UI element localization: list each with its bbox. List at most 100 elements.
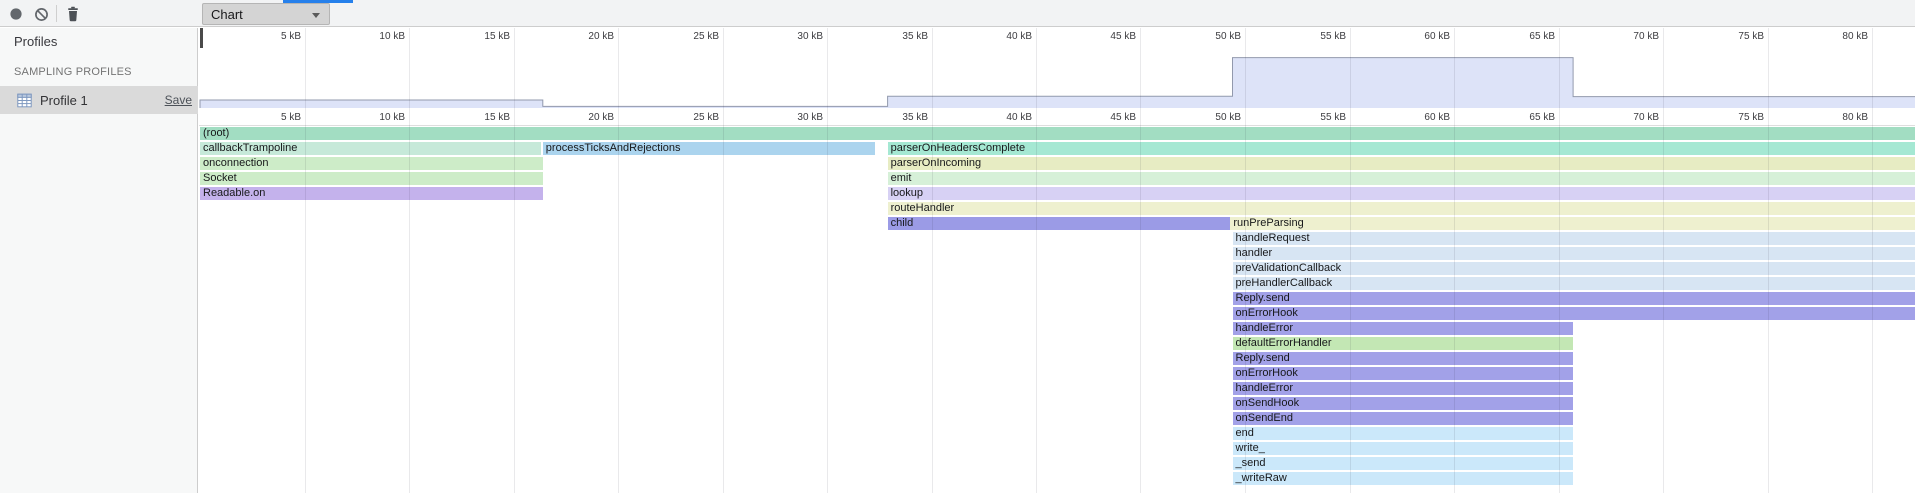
flame-ruler-tick-75kb: 75 kB [1738, 112, 1764, 123]
flame-ruler-tick-35kb: 35 kB [902, 112, 928, 123]
toolbar: Chart [0, 0, 1915, 27]
gridline-70kb [1663, 28, 1664, 493]
gridline-20kb [618, 28, 619, 493]
gridline-50kb [1245, 28, 1246, 493]
flame-ruler-tick-55kb: 55 kB [1320, 112, 1346, 123]
chevron-down-icon [312, 13, 320, 18]
flame-bar-emit[interactable]: emit [888, 172, 1915, 185]
overview-ruler-tick-20kb: 20 kB [588, 31, 614, 42]
flame-bar-onSendHook[interactable]: onSendHook [1233, 397, 1574, 410]
flame-ruler-tick-60kb: 60 kB [1424, 112, 1450, 123]
flame-bar-write_[interactable]: write_ [1233, 442, 1574, 455]
overview-ruler-tick-30kb: 30 kB [797, 31, 823, 42]
overview-ruler-tick-65kb: 65 kB [1529, 31, 1555, 42]
flame-chart-stage: 5 kB5 kB10 kB10 kB15 kB15 kB20 kB20 kB25… [199, 28, 1915, 493]
flame-bar-handleRequest[interactable]: handleRequest [1233, 232, 1915, 245]
overview-ruler-tick-50kb: 50 kB [1215, 31, 1241, 42]
flame-bar-lookup[interactable]: lookup [888, 187, 1915, 200]
overview-ruler-tick-10kb: 10 kB [379, 31, 405, 42]
flame-bar-onErrorHook[interactable]: onErrorHook [1233, 307, 1915, 320]
gridline-80kb [1872, 28, 1873, 493]
overview-ruler-tick-25kb: 25 kB [693, 31, 719, 42]
flame-bar-_send[interactable]: _send [1233, 457, 1574, 470]
ruler-divider [199, 125, 1915, 126]
flame-bar-root[interactable]: (root) [200, 127, 1915, 140]
gridline-15kb [514, 28, 515, 493]
sampling-profiles-section-label: SAMPLING PROFILES [14, 66, 132, 78]
flame-bar-onconnection[interactable]: onconnection [200, 157, 543, 170]
flame-ruler-tick-30kb: 30 kB [797, 112, 823, 123]
delete-profile-button[interactable] [62, 3, 84, 25]
flame-bar-parserOnHeadersComplete[interactable]: parserOnHeadersComplete [888, 142, 1915, 155]
flame-bar-Reply.send[interactable]: Reply.send [1233, 352, 1574, 365]
flame-bar-preValidationCallback[interactable]: preValidationCallback [1233, 262, 1915, 275]
save-profile-link[interactable]: Save [165, 93, 192, 107]
flame-bar-handleError[interactable]: handleError [1233, 322, 1574, 335]
flame-bar-Socket[interactable]: Socket [200, 172, 543, 185]
sidebar-title: Profiles [14, 34, 57, 49]
flame-bar-child[interactable]: child [888, 217, 1231, 230]
flame-bar-handleError[interactable]: handleError [1233, 382, 1574, 395]
overview-ruler-tick-15kb: 15 kB [484, 31, 510, 42]
profile-name: Profile 1 [40, 93, 88, 108]
overview-ruler-tick-5kb: 5 kB [281, 31, 301, 42]
overview-ruler-tick-70kb: 70 kB [1633, 31, 1659, 42]
gridline-65kb [1559, 28, 1560, 493]
overview-ruler-tick-35kb: 35 kB [902, 31, 928, 42]
gridline-40kb [1036, 28, 1037, 493]
flame-ruler-tick-50kb: 50 kB [1215, 112, 1241, 123]
flame-bar-onSendEnd[interactable]: onSendEnd [1233, 412, 1574, 425]
clear-profiles-button[interactable] [30, 3, 52, 25]
flame-bar-processTicksAndRejections[interactable]: processTicksAndRejections [543, 142, 875, 155]
flame-ruler-tick-15kb: 15 kB [484, 112, 510, 123]
flame-bar-runPreParsing[interactable]: runPreParsing [1230, 217, 1915, 230]
flame-bar-onErrorHook[interactable]: onErrorHook [1233, 367, 1574, 380]
flame-bar-callbackTrampoline[interactable]: callbackTrampoline [200, 142, 541, 155]
profile-table-icon [17, 93, 32, 108]
active-tab-indicator [283, 0, 353, 3]
flame-bar-preHandlerCallback[interactable]: preHandlerCallback [1233, 277, 1915, 290]
flame-bar-handler[interactable]: handler [1233, 247, 1915, 260]
memory-profiler-panel: Chart Profiles SAMPLING PROFILES Profile… [0, 0, 1915, 493]
block-icon [34, 7, 49, 22]
flame-ruler-tick-10kb: 10 kB [379, 112, 405, 123]
trash-icon [66, 6, 80, 22]
flame-ruler-tick-45kb: 45 kB [1110, 112, 1136, 123]
gridline-25kb [723, 28, 724, 493]
overview-left-handle[interactable] [200, 28, 203, 48]
gridline-10kb [409, 28, 410, 493]
overview-ruler-tick-45kb: 45 kB [1110, 31, 1136, 42]
gridline-75kb [1768, 28, 1769, 493]
overview-ruler-tick-40kb: 40 kB [1006, 31, 1032, 42]
view-mode-select[interactable]: Chart [202, 3, 330, 25]
flame-bar-Reply.send[interactable]: Reply.send [1233, 292, 1915, 305]
overview-ruler-tick-55kb: 55 kB [1320, 31, 1346, 42]
gridline-60kb [1454, 28, 1455, 493]
toolbar-divider [56, 5, 57, 22]
gridline-55kb [1350, 28, 1351, 493]
flame-bar-end[interactable]: end [1233, 427, 1574, 440]
flame-bar-routeHandler[interactable]: routeHandler [888, 202, 1915, 215]
flame-ruler-tick-40kb: 40 kB [1006, 112, 1032, 123]
flame-bar-Readable.on[interactable]: Readable.on [200, 187, 543, 200]
sidebar-item-profile-1[interactable]: Profile 1 Save [0, 86, 198, 114]
flame-bar-parserOnIncoming[interactable]: parserOnIncoming [888, 157, 1915, 170]
gridline-30kb [827, 28, 828, 493]
overview-ruler-tick-80kb: 80 kB [1842, 31, 1868, 42]
flame-ruler-tick-25kb: 25 kB [693, 112, 719, 123]
overview-ruler-tick-75kb: 75 kB [1738, 31, 1764, 42]
flame-bar-defaultErrorHandler[interactable]: defaultErrorHandler [1233, 337, 1574, 350]
flame-ruler-tick-65kb: 65 kB [1529, 112, 1555, 123]
flame-ruler-tick-20kb: 20 kB [588, 112, 614, 123]
record-circle-icon [9, 7, 23, 21]
gridline-45kb [1140, 28, 1141, 493]
flame-ruler-tick-70kb: 70 kB [1633, 112, 1659, 123]
gridline-5kb [305, 28, 306, 493]
overview-ruler-tick-60kb: 60 kB [1424, 31, 1450, 42]
sidebar: Profiles SAMPLING PROFILES Profile 1 Sav… [0, 28, 198, 493]
view-mode-value: Chart [211, 7, 243, 22]
gridline-35kb [932, 28, 933, 493]
flame-bar-_writeRaw[interactable]: _writeRaw [1233, 472, 1574, 485]
flame-ruler-tick-80kb: 80 kB [1842, 112, 1868, 123]
record-button[interactable] [5, 3, 27, 25]
